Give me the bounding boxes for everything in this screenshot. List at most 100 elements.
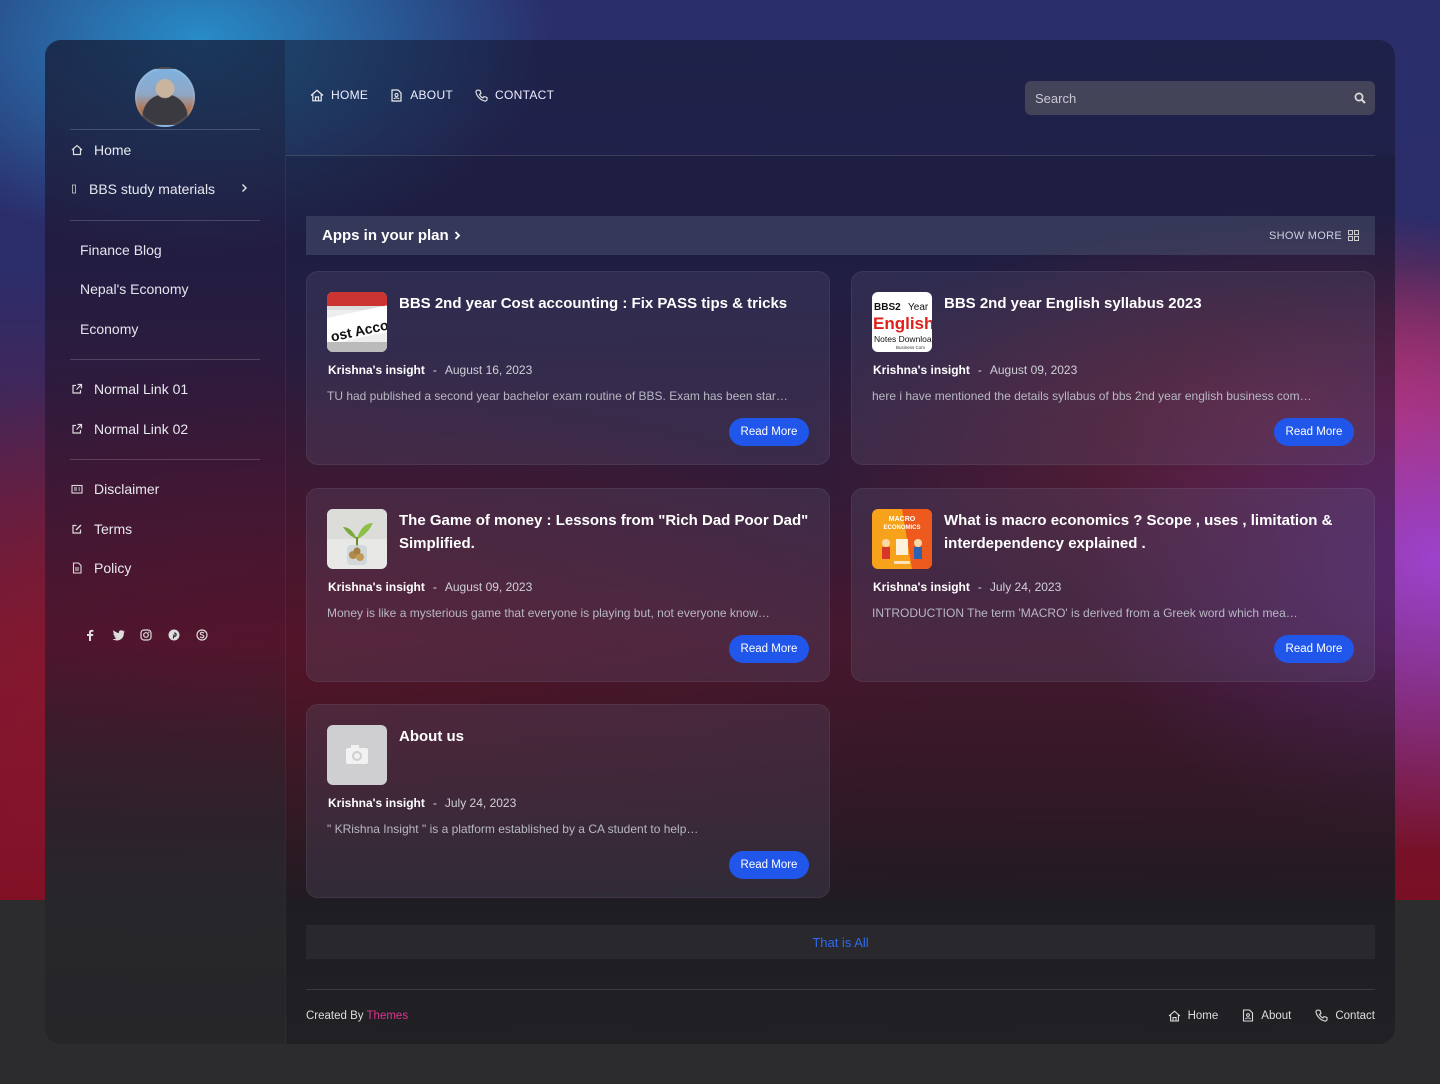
sidebar-item-normal-link-01[interactable]: Normal Link 01: [70, 374, 260, 404]
that-is-all-text[interactable]: That is All: [812, 935, 868, 950]
post-thumbnail-cost-accounting[interactable]: ost Accoun: [327, 292, 387, 352]
post-title[interactable]: What is macro economics ? Scope , uses ,…: [944, 509, 1354, 555]
sidebar-item-disclaimer[interactable]: Disclaimer: [70, 474, 260, 504]
sidebar-item-terms[interactable]: Terms: [70, 514, 260, 544]
edit-icon: [70, 523, 83, 536]
footer-link-home[interactable]: Home: [1168, 1009, 1218, 1022]
post-author[interactable]: Krishna's insight: [873, 580, 970, 594]
post-card: ost Accoun BBS 2nd year Cost accounting …: [306, 271, 830, 465]
thumb-text-english: English: [873, 314, 932, 333]
sidebar-divider: [70, 359, 260, 360]
post-card: About us Krishna's insight - July 24, 20…: [306, 704, 830, 898]
phone-icon: [475, 88, 488, 102]
nav-contact-label: CONTACT: [495, 88, 555, 102]
read-more-button[interactable]: Read More: [1274, 418, 1354, 446]
external-link-icon: [70, 383, 83, 396]
sidebar-item-label: Policy: [94, 560, 132, 576]
about-icon: [391, 88, 402, 102]
thumb-text-year: Year: [908, 302, 929, 313]
post-title[interactable]: BBS 2nd year Cost accounting : Fix PASS …: [399, 292, 809, 315]
post-meta: Krishna's insight - August 09, 2023: [328, 580, 532, 594]
post-meta: Krishna's insight - July 24, 2023: [873, 580, 1061, 594]
thumb-text-macro: MACRO: [889, 516, 916, 523]
post-author[interactable]: Krishna's insight: [328, 796, 425, 810]
id-card-icon: [70, 483, 83, 496]
post-thumbnail-english[interactable]: BBS2 Year English Notes Download Busines…: [872, 292, 932, 352]
sidebar: Home BBS study materials Finance Blog Ne…: [45, 40, 285, 1044]
sidebar-item-home[interactable]: Home: [70, 135, 260, 165]
folder-icon: [70, 183, 78, 196]
meta-separator: -: [432, 580, 437, 594]
home-icon: [310, 89, 324, 101]
post-date: July 24, 2023: [989, 580, 1062, 594]
show-more-label: SHOW MORE: [1269, 229, 1342, 242]
sidebar-divider: [70, 220, 260, 221]
themes-link[interactable]: Themes: [367, 1010, 409, 1022]
read-more-button[interactable]: Read More: [1274, 635, 1354, 663]
sidebar-divider: [70, 459, 260, 460]
created-by-text: Created By: [306, 1010, 364, 1022]
post-date: July 24, 2023: [444, 796, 517, 810]
thumb-text-notes: Notes Download: [874, 334, 932, 344]
sidebar-subitem-nepals-economy[interactable]: Nepal's Economy: [80, 274, 189, 304]
post-author[interactable]: Krishna's insight: [328, 363, 425, 377]
post-title[interactable]: About us: [399, 725, 809, 748]
sidebar-item-label: BBS study materials: [89, 181, 216, 197]
sidebar-item-normal-link-02[interactable]: Normal Link 02: [70, 414, 260, 444]
section-header: Apps in your plan SHOW MORE: [306, 216, 1375, 255]
footer-link-label: Contact: [1335, 1009, 1375, 1022]
sidebar-item-label: Terms: [94, 521, 133, 537]
nav-home[interactable]: HOME: [310, 88, 368, 102]
post-meta: Krishna's insight - August 09, 2023: [873, 363, 1077, 377]
sidebar-item-bbs-study-materials[interactable]: BBS study materials: [70, 174, 260, 204]
avatar[interactable]: [135, 67, 195, 127]
home-icon: [70, 144, 83, 157]
sidebar-item-policy[interactable]: Policy: [70, 553, 260, 583]
top-navigation: HOME ABOUT CONTACT: [310, 88, 554, 102]
post-title[interactable]: BBS 2nd year English syllabus 2023: [944, 292, 1354, 315]
thumb-text-business: Business Com: [896, 345, 925, 350]
search-box: [1025, 81, 1375, 115]
nav-about[interactable]: ABOUT: [390, 88, 453, 102]
search-icon[interactable]: [1345, 92, 1375, 104]
post-thumbnail-money-plant[interactable]: [327, 509, 387, 569]
post-author[interactable]: Krishna's insight: [873, 363, 970, 377]
show-more-link[interactable]: SHOW MORE: [1269, 230, 1359, 242]
read-more-button[interactable]: Read More: [729, 851, 809, 879]
section-title[interactable]: Apps in your plan: [322, 227, 461, 244]
read-more-button[interactable]: Read More: [729, 635, 809, 663]
footer-link-contact[interactable]: Contact: [1315, 1009, 1375, 1022]
post-card: BBS2 Year English Notes Download Busines…: [851, 271, 1375, 465]
nav-contact[interactable]: CONTACT: [475, 88, 554, 102]
sidebar-item-label: Home: [94, 142, 132, 158]
meta-separator: -: [977, 363, 982, 377]
skype-icon[interactable]: [195, 628, 209, 642]
read-more-button[interactable]: Read More: [729, 418, 809, 446]
facebook-icon[interactable]: [83, 628, 97, 642]
sidebar-subitem-finance-blog[interactable]: Finance Blog: [80, 235, 162, 265]
post-title[interactable]: The Game of money : Lessons from "Rich D…: [399, 509, 809, 555]
post-thumbnail-placeholder[interactable]: [327, 725, 387, 785]
document-icon: [70, 562, 83, 575]
post-snippet: TU had published a second year bachelor …: [327, 389, 788, 403]
post-card: MACRO ECONOMICS What is macro economics …: [851, 488, 1375, 682]
external-link-icon: [70, 423, 83, 436]
post-meta: Krishna's insight - July 24, 2023: [328, 796, 516, 810]
instagram-icon[interactable]: [139, 628, 153, 642]
sidebar-subitem-economy[interactable]: Economy: [80, 314, 138, 344]
post-thumbnail-macro[interactable]: MACRO ECONOMICS: [872, 509, 932, 569]
footer-link-label: About: [1261, 1009, 1292, 1022]
sidebar-divider: [70, 129, 260, 130]
post-author[interactable]: Krishna's insight: [328, 580, 425, 594]
page-frame: Home BBS study materials Finance Blog Ne…: [45, 40, 1395, 1044]
search-input[interactable]: [1025, 90, 1345, 106]
meta-separator: -: [432, 796, 437, 810]
footer-link-about[interactable]: About: [1242, 1009, 1291, 1022]
nav-home-label: HOME: [331, 88, 369, 102]
post-date: August 09, 2023: [444, 580, 533, 594]
chevron-right-icon: [241, 182, 248, 196]
twitter-icon[interactable]: [111, 628, 125, 642]
nav-about-label: ABOUT: [410, 88, 454, 102]
meta-separator: -: [432, 363, 437, 377]
pinterest-icon[interactable]: [167, 628, 181, 642]
